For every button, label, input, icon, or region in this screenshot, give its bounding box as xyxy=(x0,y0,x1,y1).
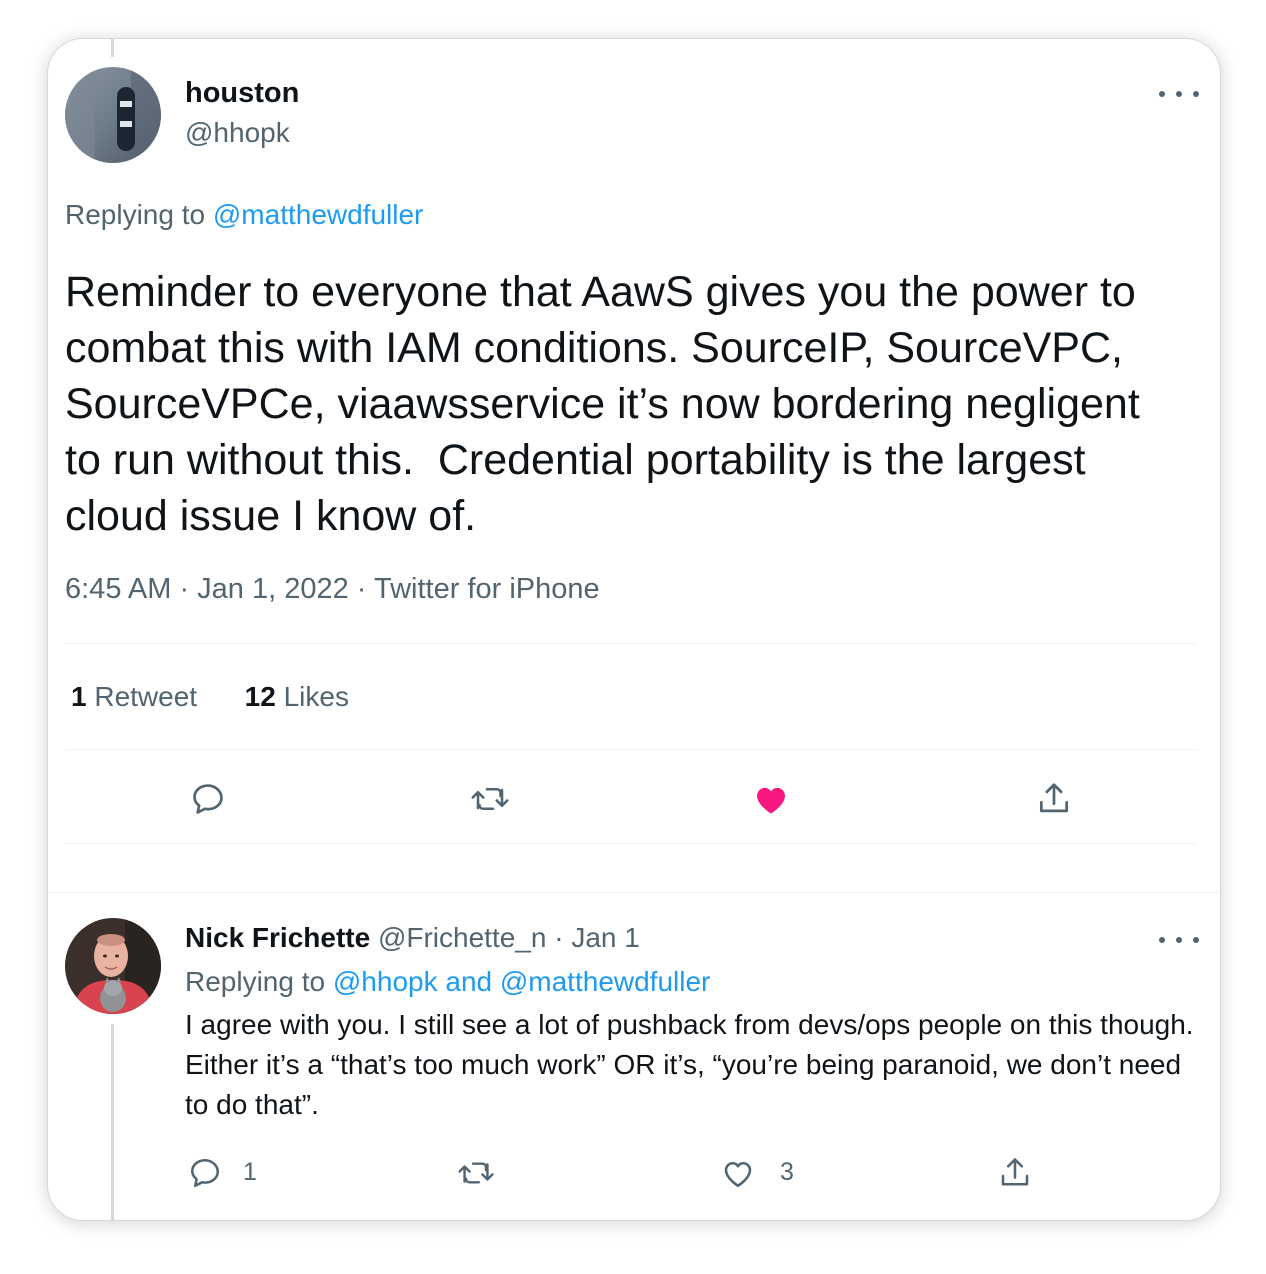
reply-reply-button[interactable] xyxy=(185,1153,225,1193)
author-name[interactable]: houston xyxy=(185,77,299,110)
share-icon xyxy=(1001,1158,1029,1186)
reply-handle-date[interactable]: @Frichette_n · Jan 1 xyxy=(378,922,640,953)
tweet-card: houston @hhopk Replying to @matthewdfull… xyxy=(47,38,1221,1221)
author-handle[interactable]: @hhopk xyxy=(185,117,290,149)
tweet-meta[interactable]: 6:45 AM · Jan 1, 2022 · Twitter for iPho… xyxy=(65,573,600,606)
share-button[interactable] xyxy=(1032,777,1076,821)
like-icon xyxy=(724,1161,752,1188)
like-button[interactable] xyxy=(748,777,794,821)
like-label[interactable]: Likes xyxy=(284,681,349,712)
tweet-text: Reminder to everyone that AawS gives you… xyxy=(65,268,1152,540)
avatar[interactable] xyxy=(65,67,161,163)
like-count[interactable]: 12 xyxy=(245,681,276,712)
more-options-icon[interactable] xyxy=(1159,84,1199,104)
reply-more-options-icon[interactable] xyxy=(1159,930,1199,950)
thread-line-top xyxy=(111,39,114,57)
replying-to-line: Replying to @matthewdfuller xyxy=(65,199,423,231)
reply-replying-prefix: Replying to xyxy=(185,966,326,997)
reply-avatar[interactable] xyxy=(65,918,161,1014)
retweet-button[interactable] xyxy=(466,777,514,821)
person-with-cat-photo-icon xyxy=(65,918,161,1014)
divider xyxy=(65,749,1197,750)
divider xyxy=(65,643,1197,644)
retweet-label[interactable]: Retweet xyxy=(94,681,197,712)
retweet-icon xyxy=(471,787,509,811)
reply-icon xyxy=(193,784,223,814)
replying-prefix: Replying to xyxy=(65,199,206,230)
thread-line-bottom xyxy=(111,1024,114,1220)
reply-replying-to-line: Replying to @hhopk and @matthewdfuller xyxy=(185,966,710,998)
retweet-icon xyxy=(458,1162,494,1184)
reply-like-button[interactable] xyxy=(718,1153,758,1193)
like-filled-icon xyxy=(757,787,785,814)
skateboard-photo-icon xyxy=(65,67,161,163)
share-icon xyxy=(1039,783,1069,813)
engagement-stats: 1 Retweet 12 Likes xyxy=(71,681,349,713)
retweet-count[interactable]: 1 xyxy=(71,681,87,712)
reply-text: I agree with you. I still see a lot of p… xyxy=(185,1009,1194,1120)
divider xyxy=(65,843,1197,844)
reply-retweet-button[interactable] xyxy=(454,1153,498,1193)
divider xyxy=(48,892,1220,893)
reply-share-button[interactable] xyxy=(995,1153,1035,1193)
reply-icon xyxy=(190,1158,220,1188)
reply-button[interactable] xyxy=(186,777,230,821)
reply-header: Nick Frichette @Frichette_n · Jan 1 xyxy=(185,922,640,954)
reply-reply-count[interactable]: 1 xyxy=(243,1158,257,1187)
reply-author-name[interactable]: Nick Frichette xyxy=(185,922,370,953)
reply-replying-to-links[interactable]: @hhopk and @matthewdfuller xyxy=(333,966,711,997)
reply-like-count[interactable]: 3 xyxy=(780,1158,794,1187)
replying-to-link[interactable]: @matthewdfuller xyxy=(213,199,424,230)
